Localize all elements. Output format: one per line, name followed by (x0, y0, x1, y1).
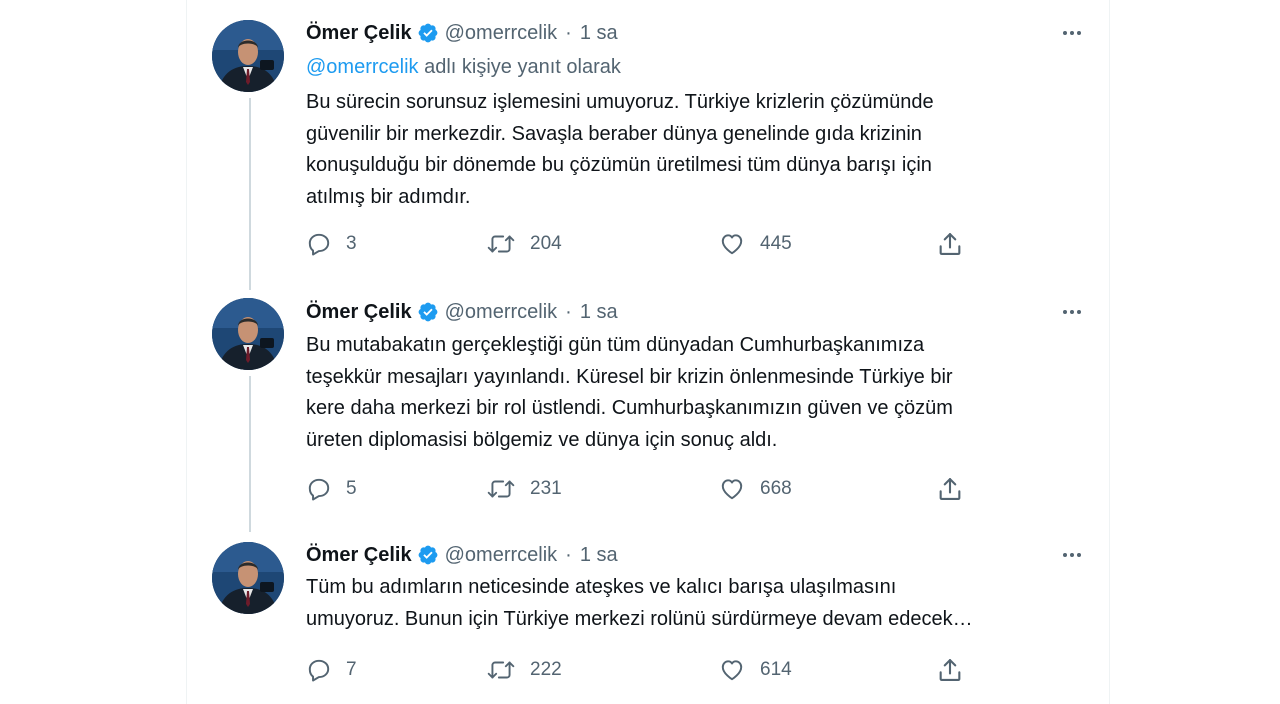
separator-dot: · (565, 543, 572, 566)
tweet[interactable]: Ömer Çelik @omerrcelik · 1 sa Tüm bu adı… (186, 540, 1108, 704)
tweet-text-line: umuyoruz. Bunun için Türkiye merkezi rol… (306, 607, 973, 630)
tweet-text: Tüm bu adımların neticesinde ateşkes ve … (306, 572, 1046, 635)
share-icon (936, 475, 964, 503)
more-icon[interactable] (1058, 541, 1086, 569)
avatar[interactable] (212, 20, 284, 92)
reply-icon (306, 231, 332, 257)
reply-icon (306, 476, 332, 502)
verified-badge-icon (417, 301, 439, 323)
like-icon (718, 231, 746, 257)
tweet-text-line: güvenilir bir merkezdir. Savaşla beraber… (306, 122, 922, 145)
tweet-header: Ömer Çelik @omerrcelik · 1 sa (306, 298, 618, 326)
reply-count: 5 (346, 478, 357, 499)
like-count: 668 (760, 478, 792, 499)
retweet-icon (486, 476, 516, 502)
tweet-header: Ömer Çelik @omerrcelik · 1 sa (306, 19, 618, 47)
retweet-button[interactable]: 222 (486, 655, 562, 685)
tweet-text-line: Bu sürecin sorunsuz işlemesini umuyoruz.… (306, 91, 934, 113)
retweet-count: 231 (530, 478, 562, 499)
tweet-text-line: atılmış bir adımdır. (306, 185, 471, 208)
tweet-actions: 3 204 445 (306, 229, 966, 259)
tweet-text-line: konuşulduğu bir dönemde bu çözümün üreti… (306, 154, 932, 176)
tweet-text-line: teşekkür mesajları yayınlandı. Küresel b… (306, 365, 953, 388)
replying-suffix: adlı kişiye yanıt olarak (418, 56, 621, 78)
retweet-icon (486, 657, 516, 683)
verified-badge-icon (417, 544, 439, 566)
author-name[interactable]: Ömer Çelik (306, 544, 412, 567)
author-name[interactable]: Ömer Çelik (306, 22, 412, 45)
like-icon (718, 657, 746, 683)
share-icon (936, 656, 964, 684)
replying-to: @omerrcelik adlı kişiye yanıt olarak (306, 56, 621, 79)
timestamp[interactable]: 1 sa (580, 544, 618, 567)
tweet-text-line: üreten diplomasisi bölgemiz ve dünya içi… (306, 428, 778, 451)
reply-button[interactable]: 5 (306, 474, 357, 504)
more-icon[interactable] (1058, 19, 1086, 47)
share-button[interactable] (936, 655, 964, 685)
verified-badge-icon (417, 22, 439, 44)
replying-mention[interactable]: @omerrcelik (306, 56, 419, 78)
like-button[interactable]: 668 (718, 474, 792, 504)
retweet-count: 204 (530, 233, 562, 254)
like-button[interactable]: 445 (718, 229, 792, 259)
like-count: 445 (760, 233, 792, 254)
tweet-actions: 7 222 614 (306, 655, 966, 685)
reply-icon (306, 657, 332, 683)
timestamp[interactable]: 1 sa (580, 22, 618, 45)
reply-button[interactable]: 7 (306, 655, 357, 685)
avatar[interactable] (212, 542, 284, 614)
like-icon (718, 476, 746, 502)
tweet-actions: 5 231 668 (306, 474, 966, 504)
reply-count: 3 (346, 233, 357, 254)
timestamp[interactable]: 1 sa (580, 301, 618, 324)
share-button[interactable] (936, 229, 964, 259)
tweet-text: Bu mutabakatın gerçekleştiği gün tüm dün… (306, 330, 1046, 456)
separator-dot: · (565, 300, 572, 323)
retweet-count: 222 (530, 659, 562, 680)
author-handle[interactable]: @omerrcelik (445, 544, 558, 567)
tweet[interactable]: Ömer Çelik @omerrcelik · 1 sa Bu mutabak… (186, 296, 1108, 536)
tweet-text-line: kere daha merkezi bir rol üstlendi. Cumh… (306, 397, 953, 419)
tweet[interactable]: Ömer Çelik @omerrcelik · 1 sa @omerrceli… (186, 0, 1108, 290)
reply-count: 7 (346, 659, 357, 680)
like-count: 614 (760, 659, 792, 680)
share-button[interactable] (936, 474, 964, 504)
avatar[interactable] (212, 298, 284, 370)
retweet-button[interactable]: 231 (486, 474, 562, 504)
tweet-text-line: Tüm bu adımların neticesinde ateşkes ve … (306, 576, 897, 598)
author-handle[interactable]: @omerrcelik (445, 22, 558, 45)
share-icon (936, 230, 964, 258)
separator-dot: · (565, 21, 572, 44)
tweet-text: Bu sürecin sorunsuz işlemesini umuyoruz.… (306, 87, 1046, 213)
tweet-header: Ömer Çelik @omerrcelik · 1 sa (306, 541, 618, 569)
tweet-text-line: Bu mutabakatın gerçekleştiği gün tüm dün… (306, 334, 925, 356)
retweet-icon (486, 231, 516, 257)
more-icon[interactable] (1058, 298, 1086, 326)
author-name[interactable]: Ömer Çelik (306, 301, 412, 324)
reply-button[interactable]: 3 (306, 229, 357, 259)
author-handle[interactable]: @omerrcelik (445, 301, 558, 324)
like-button[interactable]: 614 (718, 655, 792, 685)
retweet-button[interactable]: 204 (486, 229, 562, 259)
